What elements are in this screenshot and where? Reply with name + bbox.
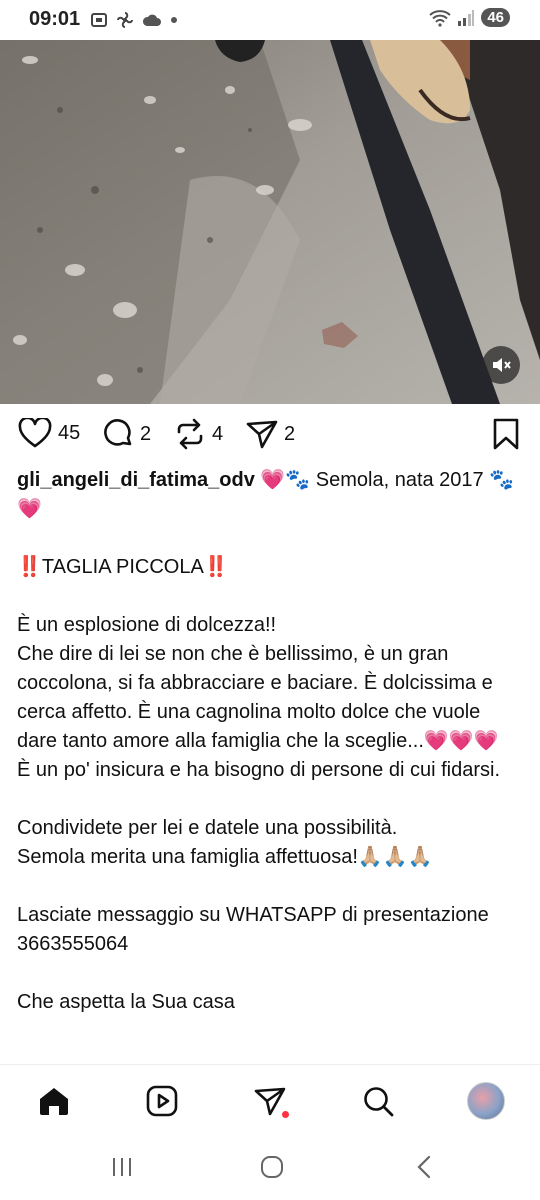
- back-icon: [417, 1155, 431, 1179]
- post-video[interactable]: [0, 40, 540, 404]
- like-action[interactable]: 45: [18, 418, 80, 448]
- save-action[interactable]: [492, 418, 520, 450]
- heart-icon: [18, 418, 52, 448]
- share-count: 2: [284, 422, 296, 445]
- send-icon: [246, 420, 278, 449]
- direct-icon: [254, 1087, 286, 1116]
- recent-apps-button[interactable]: [102, 1152, 142, 1182]
- system-navigation: [0, 1136, 540, 1200]
- repost-count: 4: [212, 422, 224, 445]
- share-action[interactable]: 2: [246, 418, 295, 450]
- nav-search[interactable]: [358, 1081, 398, 1121]
- screenshot-icon: [91, 13, 107, 27]
- bookmark-icon: [493, 418, 519, 450]
- wifi-icon: [429, 9, 451, 27]
- notification-dot: [282, 1111, 289, 1118]
- repost-action[interactable]: 4: [174, 418, 223, 450]
- status-bar: 09:01 46: [0, 0, 540, 40]
- comment-action[interactable]: 2: [102, 418, 151, 450]
- dot-icon: [171, 17, 177, 23]
- nav-direct[interactable]: [250, 1081, 290, 1121]
- status-system-icons: 46: [429, 8, 510, 27]
- home-circle-icon: [261, 1156, 283, 1178]
- nav-home[interactable]: [34, 1081, 74, 1121]
- speaker-muted-icon: [493, 358, 511, 372]
- bottom-navigation: [0, 1064, 540, 1137]
- recent-apps-icon: [113, 1158, 131, 1176]
- signal-icon: [458, 9, 475, 26]
- caption-username[interactable]: gli_angeli_di_fatima_odv: [17, 469, 255, 491]
- like-count: 45: [58, 421, 81, 444]
- comment-icon: [104, 419, 132, 446]
- fan-icon: [117, 12, 133, 28]
- post-caption: gli_angeli_di_fatima_odv 💗🐾 Semola, nata…: [17, 466, 523, 1064]
- search-icon: [364, 1087, 394, 1117]
- home-icon: [40, 1088, 68, 1115]
- back-button[interactable]: [404, 1152, 444, 1182]
- comment-count: 2: [140, 422, 152, 445]
- status-notification-icons: [90, 11, 178, 29]
- reels-icon: [146, 1085, 178, 1117]
- home-system-button[interactable]: [252, 1152, 292, 1182]
- status-time: 09:01: [29, 8, 81, 30]
- mute-button[interactable]: [482, 346, 520, 384]
- avatar: [467, 1082, 505, 1120]
- repost-icon: [177, 418, 203, 450]
- nav-profile[interactable]: [466, 1081, 506, 1121]
- video-frame: [0, 40, 540, 404]
- caption-body: ‼️TAGLIA PICCOLA‼️ È un esplosione di do…: [17, 556, 500, 1013]
- post-actions: 45 2 4 2: [0, 412, 540, 460]
- nav-reels[interactable]: [142, 1081, 182, 1121]
- cloud-icon: [142, 14, 161, 26]
- battery-indicator: 46: [481, 8, 510, 27]
